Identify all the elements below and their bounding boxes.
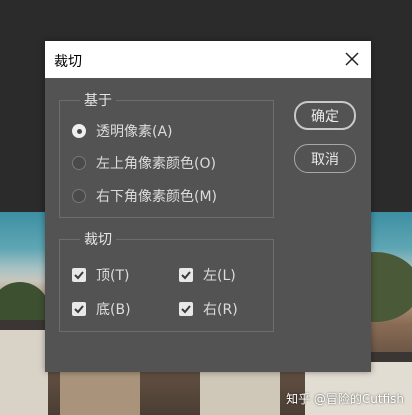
radio-top-left-color[interactable]: 左上角像素颜色(O) bbox=[72, 153, 216, 173]
trim-dialog: 裁切 基于 透明像素(A) 左上角像素颜色(O) 右下角像素颜色(M) 裁切 顶… bbox=[45, 41, 371, 372]
trim-away-label: 裁切 bbox=[80, 229, 116, 249]
checkbox-checked[interactable] bbox=[179, 302, 193, 316]
check-icon bbox=[74, 271, 84, 280]
dialog-titlebar[interactable]: 裁切 bbox=[45, 41, 371, 78]
checkbox-checked[interactable] bbox=[72, 268, 86, 282]
dialog-title: 裁切 bbox=[54, 54, 82, 70]
ok-button[interactable]: 确定 bbox=[294, 101, 356, 130]
trim-away-group: 裁切 顶(T) 左(L) 底(B) 右(R) bbox=[59, 229, 274, 332]
radio-label: 右下角像素颜色(M) bbox=[96, 189, 218, 205]
checkbox-label: 底(B) bbox=[96, 302, 131, 318]
checkbox-bottom[interactable]: 底(B) bbox=[72, 299, 131, 319]
checkbox-label: 顶(T) bbox=[96, 268, 130, 284]
check-icon bbox=[181, 305, 191, 314]
cancel-button[interactable]: 取消 bbox=[294, 144, 356, 173]
checkbox-label: 左(L) bbox=[203, 268, 236, 284]
checkbox-checked[interactable] bbox=[72, 302, 86, 316]
radio-bottom-right-color[interactable]: 右下角像素颜色(M) bbox=[72, 186, 217, 206]
checkbox-checked[interactable] bbox=[179, 268, 193, 282]
based-on-label: 基于 bbox=[80, 90, 116, 110]
checkbox-top[interactable]: 顶(T) bbox=[72, 265, 129, 285]
radio-label: 透明像素(A) bbox=[96, 124, 173, 140]
radio-transparent-pixels[interactable]: 透明像素(A) bbox=[72, 121, 173, 141]
check-icon bbox=[181, 271, 191, 280]
checkbox-left[interactable]: 左(L) bbox=[179, 265, 236, 285]
radio-button[interactable] bbox=[72, 189, 86, 203]
close-icon[interactable] bbox=[343, 50, 361, 68]
based-on-group: 基于 透明像素(A) 左上角像素颜色(O) 右下角像素颜色(M) bbox=[59, 90, 274, 218]
check-icon bbox=[74, 305, 84, 314]
checkbox-label: 右(R) bbox=[203, 302, 238, 318]
radio-button-selected[interactable] bbox=[72, 124, 86, 138]
watermark: 知乎 @冒险的Cutfish bbox=[286, 392, 404, 406]
radio-label: 左上角像素颜色(O) bbox=[96, 156, 216, 172]
radio-button[interactable] bbox=[72, 156, 86, 170]
checkbox-right[interactable]: 右(R) bbox=[179, 299, 238, 319]
